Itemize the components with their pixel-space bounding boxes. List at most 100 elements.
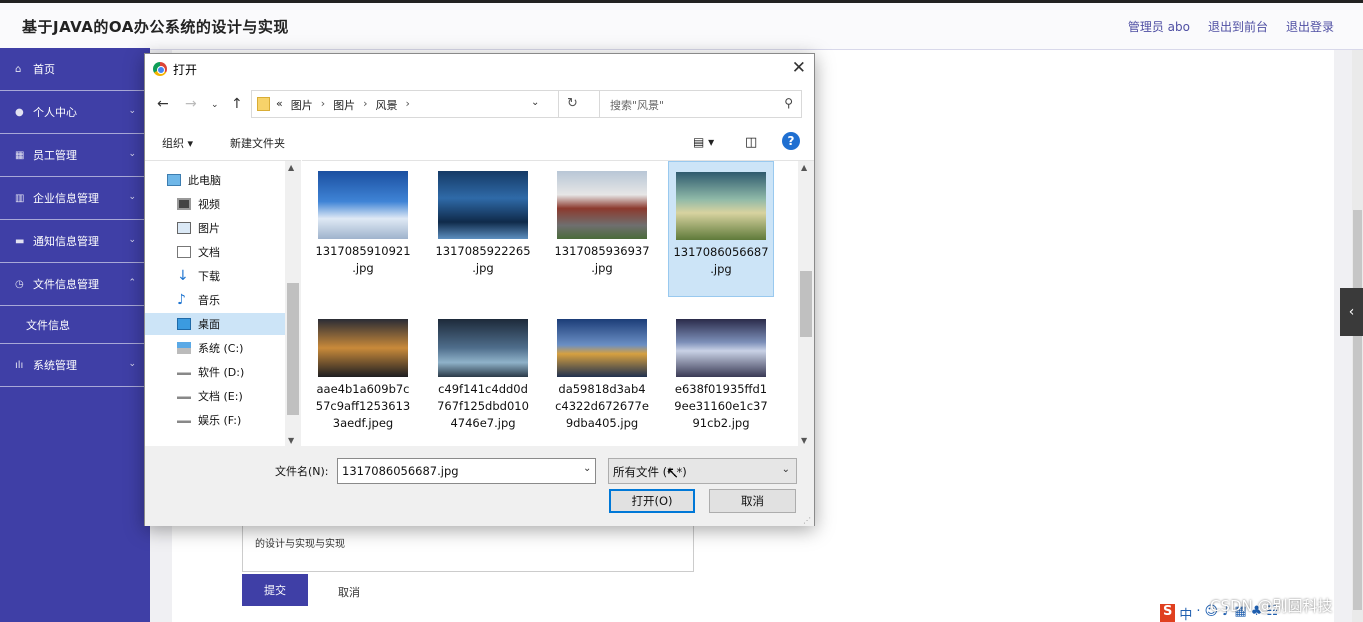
file-item[interactable]: 1317085910921 .jpg	[310, 171, 416, 307]
up-arrow-icon[interactable]: ↑	[231, 96, 243, 112]
breadcrumb-item[interactable]: 图片	[333, 97, 355, 113]
image-thumbnail	[318, 171, 408, 239]
organize-button[interactable]: 组织 ▾	[162, 135, 193, 151]
page-scrollbar[interactable]	[1352, 50, 1363, 622]
sidebar-item-label: 个人中心	[33, 106, 77, 119]
sidebar-item-files[interactable]: ◷ 文件信息管理 ⌃	[0, 263, 150, 306]
image-thumbnail	[557, 171, 647, 239]
chevron-right-icon: ›	[363, 97, 368, 110]
forward-arrow-icon[interactable]: →	[185, 96, 197, 112]
drive-icon	[177, 417, 191, 423]
sidebar-item-company[interactable]: ▥ 企业信息管理 ⌄	[0, 177, 150, 220]
cancel-button[interactable]: 取消	[709, 489, 796, 513]
tree-item-label: 此电脑	[188, 174, 221, 187]
scroll-up-icon[interactable]: ▲	[801, 163, 807, 172]
file-item[interactable]: 1317085936937 .jpg	[549, 171, 655, 307]
home-icon: ⌂	[15, 63, 22, 75]
chart-icon: ılı	[15, 359, 24, 371]
content-textarea[interactable]: 的设计与实现与实现	[242, 520, 694, 572]
exit-to-frontend-link[interactable]: 退出到前台	[1208, 18, 1268, 35]
sidebar-item-label: 首页	[33, 63, 55, 76]
file-open-dialog: 打开 ✕ ← → ⌄ ↑ « 图片 › 图片 › 风景 › ⌄ ↻ 搜索"风景"…	[144, 53, 815, 526]
tree-item-label: 文档 (E:)	[198, 390, 243, 403]
textarea-hidden-line	[255, 525, 681, 538]
chevron-right-icon: ›	[320, 97, 326, 110]
file-name: 1317086056687 .jpg	[673, 245, 769, 276]
file-item[interactable]: 1317085922265 .jpg	[430, 171, 536, 307]
new-folder-button[interactable]: 新建文件夹	[230, 135, 285, 151]
sidebar-item-employees[interactable]: ▦ 员工管理 ⌄	[0, 134, 150, 177]
logout-link[interactable]: 退出登录	[1286, 18, 1334, 35]
bar-icon: ▥	[15, 192, 25, 204]
filename-value: 1317086056687.jpg	[342, 464, 459, 478]
side-collapse-arrow-icon[interactable]: ‹	[1340, 288, 1363, 336]
filename-dropdown-icon[interactable]: ⌄	[583, 463, 591, 474]
page-scrollbar-thumb[interactable]	[1353, 210, 1362, 610]
dialog-nav-row: ← → ⌄ ↑ « 图片 › 图片 › 风景 › ⌄ ↻ 搜索"风景" ⚲	[145, 88, 814, 122]
drive-icon	[177, 393, 191, 399]
scroll-down-icon[interactable]: ▼	[288, 436, 294, 445]
chevron-down-icon: ⌄	[128, 149, 136, 159]
sidebar-item-notices[interactable]: ▬ 通知信息管理 ⌄	[0, 220, 150, 263]
chevron-down-icon: ⌄	[128, 106, 136, 116]
file-item[interactable]: da59818d3ab4 c4322d672677e 9dba405.jpg	[549, 319, 655, 455]
ime-punct-icon: ·	[1196, 604, 1201, 619]
filetype-select[interactable]: 所有文件 (*.*) ⌄	[608, 458, 797, 484]
sidebar-item-system[interactable]: ılı 系统管理 ⌄	[0, 344, 150, 387]
files-scrollbar-thumb[interactable]	[800, 271, 812, 337]
dialog-titlebar: 打开 ✕	[145, 54, 814, 84]
tree-scrollbar-thumb[interactable]	[287, 283, 299, 415]
close-icon[interactable]: ✕	[792, 58, 806, 78]
tree-item-label: 音乐	[198, 294, 220, 307]
form-cancel-button[interactable]: 取消	[338, 584, 360, 600]
sidebar-item-home[interactable]: ⌂ 首页	[0, 48, 150, 91]
file-item-selected[interactable]: 1317086056687 .jpg	[668, 161, 774, 297]
tree-item-desktop[interactable]: 桌面	[145, 313, 285, 335]
back-arrow-icon[interactable]: ←	[157, 96, 169, 112]
file-name: 1317085922265 .jpg	[435, 244, 531, 275]
submit-button[interactable]: 提交	[242, 574, 308, 606]
chevron-down-icon: ⌄	[128, 192, 136, 202]
file-name: c49f141c4dd0d 767f125dbd010 4746e7.jpg	[437, 382, 529, 430]
tree-item-label: 桌面	[198, 318, 220, 331]
chevron-down-icon: ⌄	[128, 359, 136, 369]
image-thumbnail	[438, 171, 528, 239]
scroll-up-icon[interactable]: ▲	[288, 163, 294, 172]
sidebar-item-label: 文件信息管理	[33, 278, 99, 291]
refresh-icon[interactable]: ↻	[558, 91, 586, 117]
file-item[interactable]: e638f01935ffd1 9ee31160e1c37 91cb2.jpg	[668, 319, 774, 455]
breadcrumb-item[interactable]: 风景	[376, 97, 398, 113]
breadcrumb-prefix: «	[276, 97, 283, 110]
scroll-down-icon[interactable]: ▼	[801, 436, 807, 445]
watermark: CSDN @别圆科技	[1210, 597, 1333, 615]
search-icon: ⚲	[784, 96, 793, 110]
address-dropdown-icon[interactable]: ⌄	[531, 97, 539, 108]
preview-pane-icon[interactable]: ◫	[745, 135, 757, 150]
image-thumbnail	[438, 319, 528, 377]
search-input[interactable]: 搜索"风景" ⚲	[599, 90, 802, 118]
help-icon[interactable]: ?	[782, 132, 800, 150]
header-links: 管理员 abo 退出到前台 退出登录	[1128, 18, 1334, 35]
breadcrumb-item[interactable]: 图片	[291, 97, 313, 113]
sidebar: ⌂ 首页 ● 个人中心 ⌄ ▦ 员工管理 ⌄ ▥ 企业信息管理 ⌄ ▬ 通知信息…	[0, 48, 150, 622]
pc-icon	[167, 174, 181, 186]
sidebar-subitem-file-info[interactable]: 文件信息	[0, 306, 150, 344]
desktop-icon	[177, 318, 191, 330]
search-placeholder: 搜索"风景"	[610, 99, 665, 112]
file-item[interactable]: c49f141c4dd0d 767f125dbd010 4746e7.jpg	[430, 319, 536, 455]
files-scrollbar[interactable]: ▲ ▼	[798, 161, 814, 447]
filename-input[interactable]: 1317086056687.jpg	[337, 458, 596, 484]
open-button[interactable]: 打开(O)	[609, 489, 695, 513]
resize-grip-icon[interactable]: ⋰	[803, 516, 811, 525]
chrome-icon	[153, 62, 167, 76]
sidebar-item-label: 员工管理	[33, 149, 77, 162]
tree-item-label: 娱乐 (F:)	[198, 414, 242, 427]
sidebar-item-personal[interactable]: ● 个人中心 ⌄	[0, 91, 150, 134]
file-item[interactable]: aae4b1a609b7c 57c9aff1253613 3aedf.jpeg	[310, 319, 416, 455]
recent-dropdown-icon[interactable]: ⌄	[211, 100, 219, 110]
view-options-icon[interactable]: ▤ ▾	[693, 135, 714, 149]
sidebar-item-label: 企业信息管理	[33, 192, 99, 205]
chevron-down-icon: ⌄	[128, 235, 136, 245]
admin-user-link[interactable]: 管理员 abo	[1128, 18, 1190, 35]
tree-scrollbar[interactable]: ▲ ▼	[285, 161, 301, 447]
